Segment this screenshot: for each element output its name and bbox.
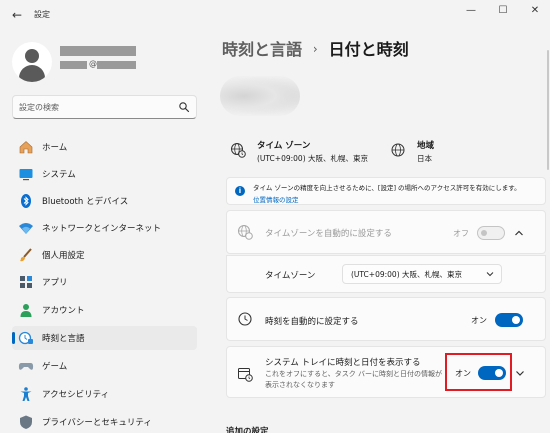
sidebar-item-label: 時刻と言語: [42, 334, 85, 344]
sidebar-item-time-language[interactable]: 時刻と言語: [12, 326, 197, 350]
chevron-up-icon[interactable]: [513, 227, 525, 239]
app-title: 設定: [34, 10, 50, 19]
blurred-clock-display: [220, 76, 300, 116]
scrollbar[interactable]: [547, 50, 549, 170]
location-settings-link[interactable]: 位置情報の設定: [253, 194, 299, 204]
sidebar-item-system[interactable]: システム: [12, 162, 197, 186]
system-icon: [19, 169, 33, 181]
search-icon[interactable]: [178, 101, 190, 113]
sidebar-item-home[interactable]: ホーム: [12, 135, 197, 159]
chevron-down-icon: [486, 272, 494, 277]
sidebar-item-privacy[interactable]: プライバシーとセキュリティ: [12, 410, 197, 433]
account-icon: [20, 304, 32, 317]
tray-time-description-2: 表示されなくなります: [265, 381, 335, 389]
globe-icon: [391, 143, 405, 157]
redacted-email-domain: [97, 61, 136, 69]
bluetooth-icon: [21, 194, 31, 208]
apps-icon: [20, 276, 32, 288]
sidebar-item-personalization[interactable]: 個人用設定: [12, 243, 197, 267]
sidebar-item-label: アクセシビリティ: [42, 390, 110, 400]
gamepad-icon: [18, 363, 34, 370]
auto-timezone-card: タイムゾーンを自動的に設定する オフ: [226, 210, 546, 254]
maximize-button[interactable]: ☐: [492, 3, 514, 19]
back-button[interactable]: ←: [10, 8, 24, 22]
sidebar-item-label: ネットワークとインターネット: [42, 224, 162, 234]
region-value: 日本: [417, 154, 432, 163]
auto-timezone-label: タイムゾーンを自動的に設定する: [265, 229, 392, 239]
sidebar-item-label: プライバシーとセキュリティ: [42, 418, 152, 428]
minimize-button[interactable]: —: [460, 3, 482, 19]
email-at-sign: @: [89, 59, 97, 68]
breadcrumb: 時刻と言語 › 日付と時刻: [222, 36, 409, 62]
redacted-email-user: [60, 61, 87, 69]
timezone-title: タイム ゾーン: [257, 141, 311, 151]
sidebar-item-bluetooth[interactable]: Bluetooth とデバイス: [12, 189, 197, 213]
sidebar-item-label: アカウント: [42, 306, 85, 316]
tray-time-description: これをオフにすると、タスク バーに時刻と日付の情報が: [265, 370, 443, 378]
globe-clock-icon: [231, 143, 246, 158]
toggle-knob: [512, 316, 520, 324]
brush-icon: [20, 248, 32, 262]
auto-time-state: オン: [471, 316, 487, 325]
highlight-annotation: [445, 353, 512, 391]
location-notice: i タイム ゾーンの精度を向上させるために、[設定] の場所へのアクセス許可を有…: [226, 177, 546, 205]
title-bar: ← 設定 — ☐ ✕: [0, 0, 550, 30]
timezone-label: タイムゾーン: [265, 271, 316, 281]
additional-settings-heading: 追加の設定: [226, 427, 269, 433]
avatar[interactable]: [12, 42, 52, 82]
shield-icon: [20, 415, 32, 429]
auto-time-label: 時刻を自動的に設定する: [265, 317, 359, 327]
sidebar-item-gaming[interactable]: ゲーム: [12, 354, 197, 378]
toggle-knob: [481, 230, 487, 236]
sidebar-item-label: Bluetooth とデバイス: [42, 197, 129, 207]
close-button[interactable]: ✕: [524, 3, 546, 19]
page-title: 日付と時刻: [328, 40, 409, 59]
sidebar-item-label: ゲーム: [42, 362, 68, 372]
sidebar-item-accounts[interactable]: アカウント: [12, 298, 197, 322]
search-box[interactable]: [12, 95, 197, 119]
accessibility-icon: [20, 387, 32, 401]
sidebar-item-label: システム: [42, 170, 76, 180]
auto-timezone-toggle[interactable]: [477, 226, 505, 240]
auto-time-card: 時刻を自動的に設定する オン: [226, 297, 546, 341]
timezone-select[interactable]: (UTC+09:00) 大阪、札幌、東京: [342, 264, 502, 284]
tray-time-label: システム トレイに時刻と日付を表示する: [265, 358, 421, 368]
notice-text: タイム ゾーンの精度を向上させるために、[設定] の場所へのアクセス許可を有効に…: [253, 184, 521, 192]
redacted-user-name: [60, 46, 136, 56]
timezone-select-value: (UTC+09:00) 大阪、札幌、東京: [351, 270, 463, 279]
sidebar-item-apps[interactable]: アプリ: [12, 270, 197, 294]
calendar-clock-icon: [238, 368, 253, 382]
region-title: 地域: [417, 141, 435, 151]
search-input[interactable]: [19, 100, 169, 114]
avatar-head: [25, 49, 39, 63]
breadcrumb-separator-icon: ›: [312, 42, 318, 56]
sidebar-item-label: アプリ: [42, 278, 68, 288]
timezone-value: (UTC+09:00) 大阪、札幌、東京: [257, 154, 369, 163]
clock-icon: [238, 312, 252, 326]
globe-clock-icon: [238, 225, 253, 240]
breadcrumb-parent[interactable]: 時刻と言語: [222, 40, 302, 59]
chevron-down-icon[interactable]: [514, 367, 526, 379]
sidebar-item-label: ホーム: [42, 143, 68, 153]
selection-indicator: [12, 332, 15, 344]
time-language-icon: [18, 331, 33, 345]
sidebar-item-label: 個人用設定: [42, 251, 85, 261]
avatar-shoulders: [19, 65, 45, 82]
auto-timezone-state: オフ: [453, 229, 469, 238]
sidebar-item-accessibility[interactable]: アクセシビリティ: [12, 382, 197, 406]
auto-time-toggle[interactable]: [495, 313, 523, 327]
wifi-icon: [19, 223, 33, 234]
sidebar-item-network[interactable]: ネットワークとインターネット: [12, 216, 197, 240]
home-icon: [19, 141, 33, 154]
info-icon: i: [235, 186, 245, 196]
